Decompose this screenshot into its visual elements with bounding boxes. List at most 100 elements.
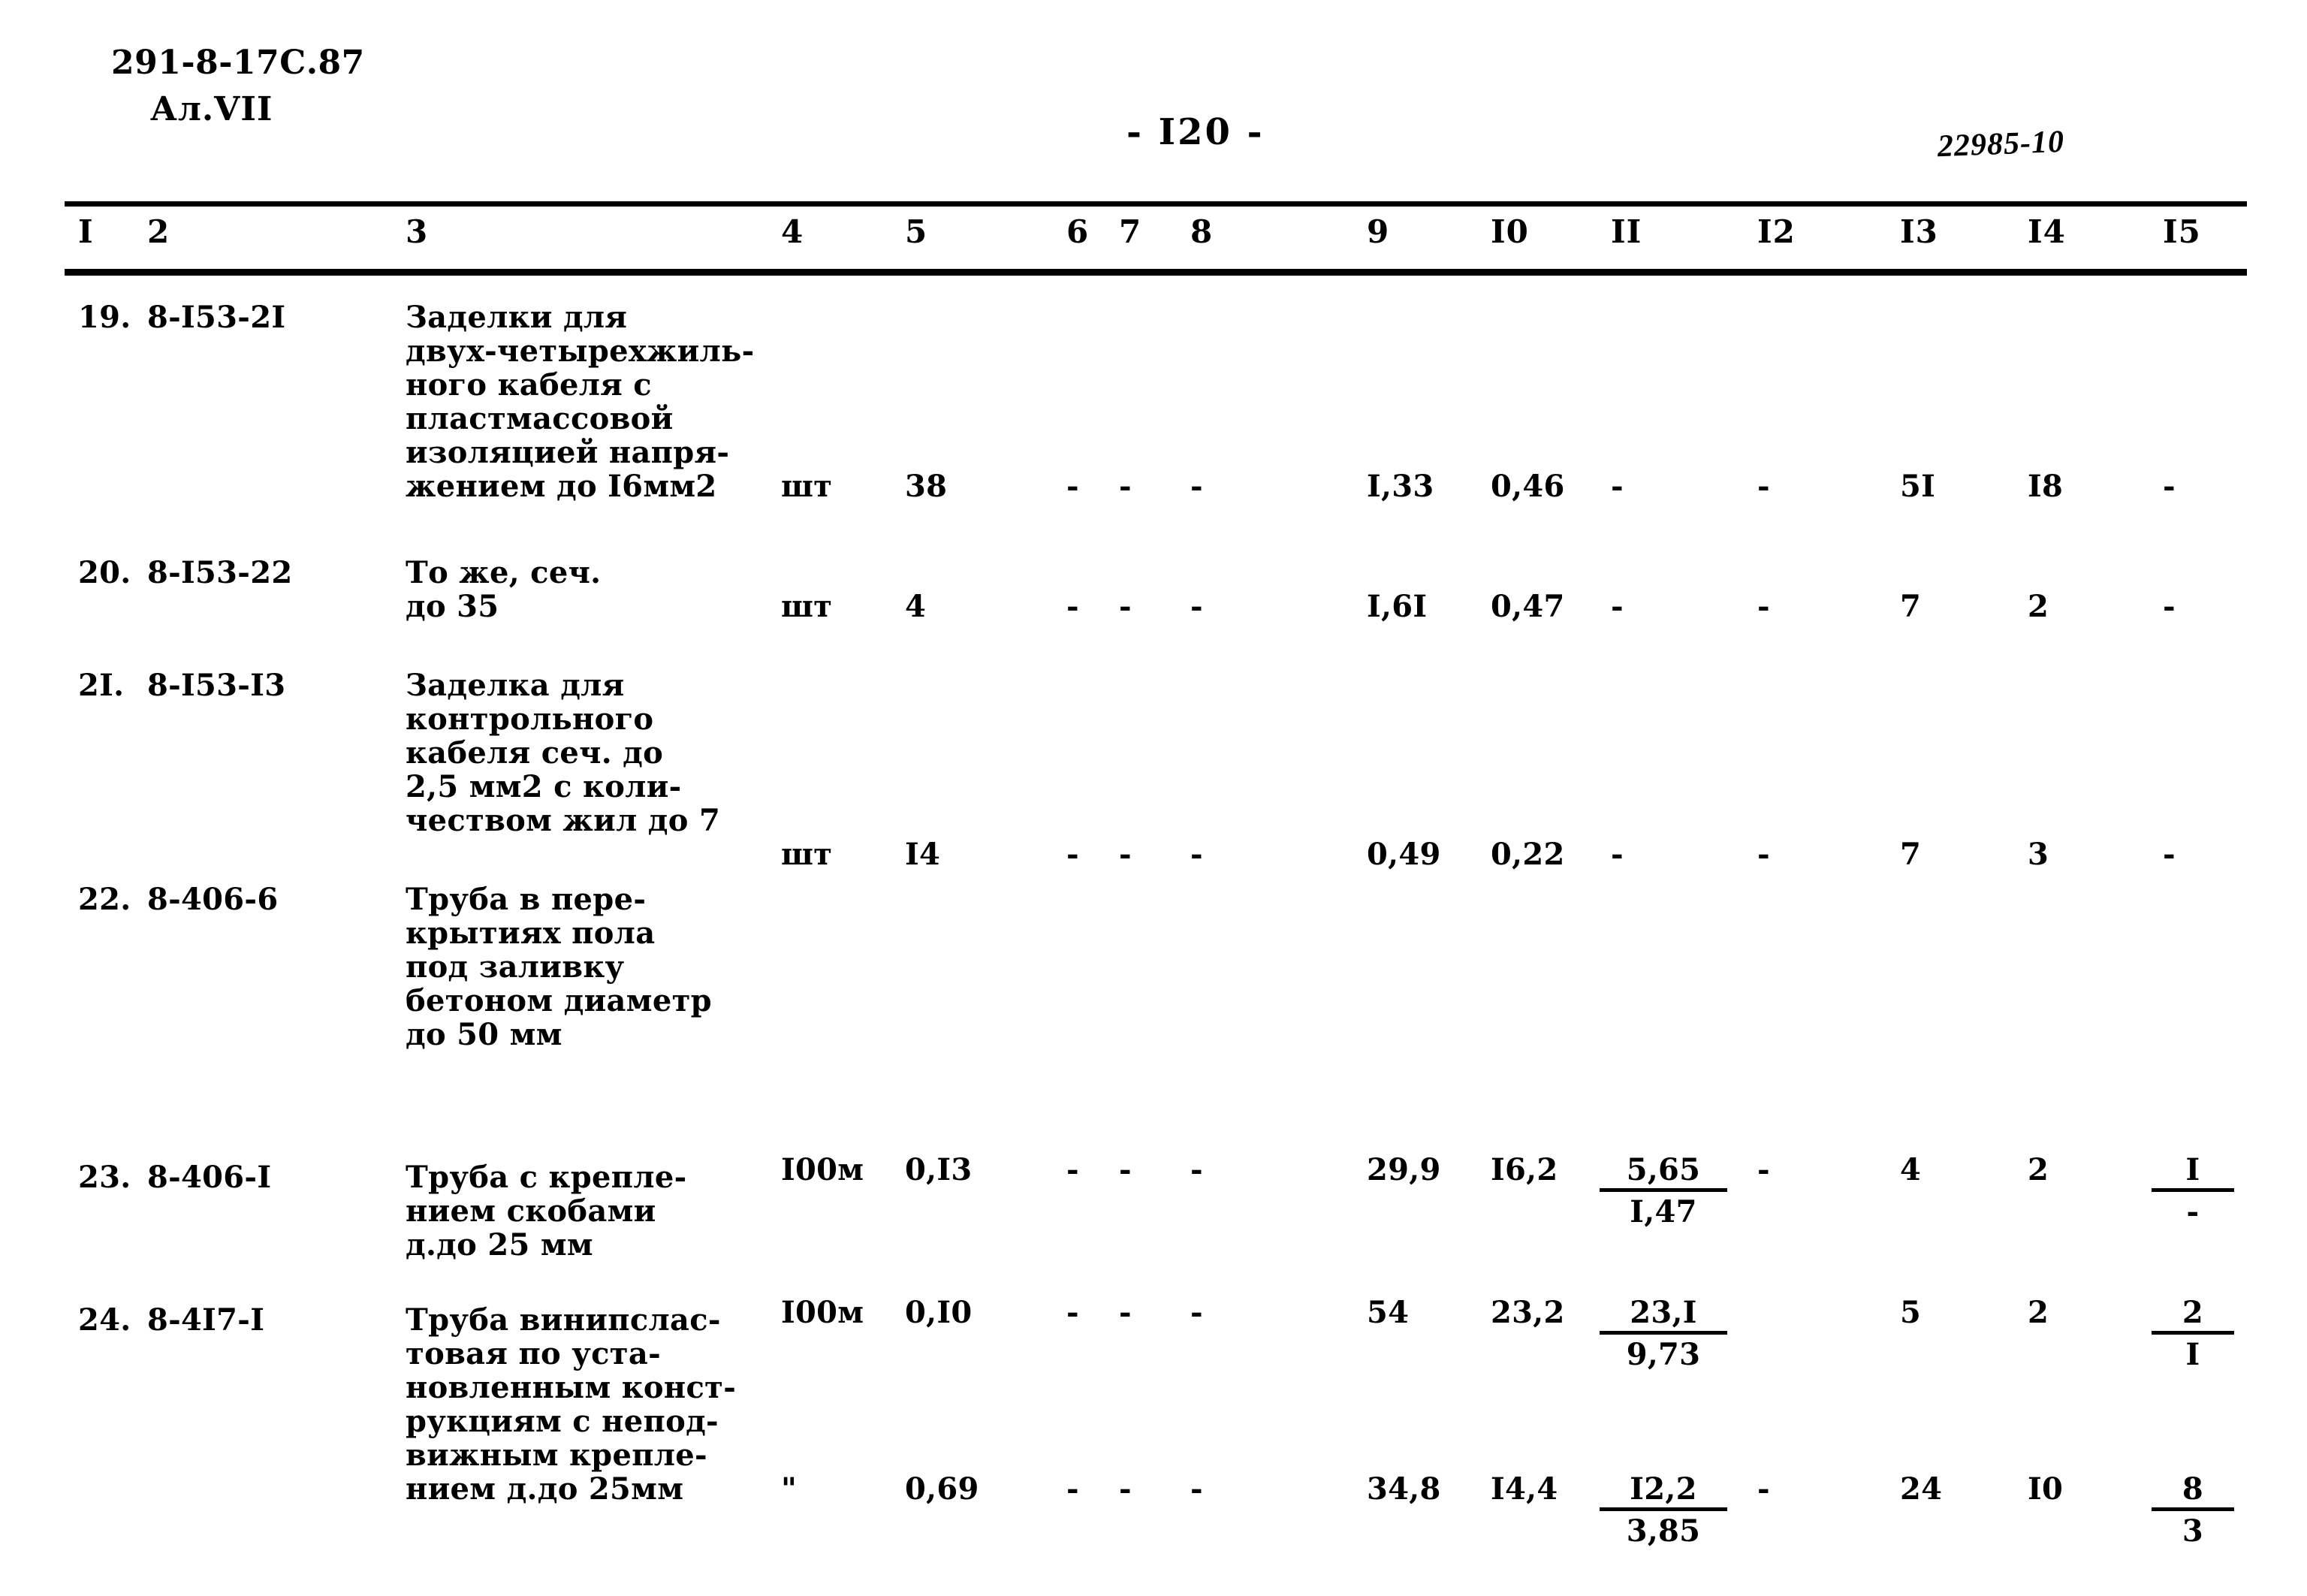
cell-col11: -	[1611, 589, 1624, 624]
cell-col8: -	[1190, 1295, 1203, 1330]
cell-col12: -	[1757, 1152, 1770, 1187]
cell-col12: -	[1757, 837, 1770, 872]
cell-col15: -	[2163, 589, 2176, 624]
cell-col7: -	[1119, 469, 1132, 504]
cell-col10: I4,4	[1491, 1471, 1558, 1507]
cell-col9: I,33	[1367, 469, 1434, 504]
cell-col10: I6,2	[1491, 1152, 1558, 1187]
column-header-I4: I4	[2028, 213, 2066, 250]
cell-quantity: 4	[905, 589, 927, 624]
row-number: 2I.	[78, 668, 125, 703]
row-code: 8-406-I	[147, 1160, 272, 1195]
cell-col12: -	[1757, 1471, 1770, 1507]
cell-col7: -	[1119, 1295, 1132, 1330]
cell-col13: 7	[1900, 589, 1922, 624]
column-header-I2: I2	[1757, 213, 1796, 250]
row-code: 8-406-6	[147, 882, 279, 917]
column-header-6: 6	[1066, 213, 1090, 250]
cell-col11-fraction: 5,65 I,47	[1600, 1153, 1727, 1229]
row-code: 8-4I7-I	[147, 1302, 265, 1338]
cell-col15-fraction: 2I	[2152, 1296, 2234, 1371]
cell-col8: -	[1190, 1152, 1203, 1187]
column-header-7: 7	[1119, 213, 1142, 250]
cell-col11-fraction-numerator: I2,2	[1600, 1472, 1727, 1511]
row-description: Труба в пере- крытиях пола под заливку б…	[406, 882, 712, 1052]
cell-quantity: 0,I3	[905, 1152, 973, 1187]
column-header-5: 5	[905, 213, 928, 250]
cell-quantity: 0,I0	[905, 1295, 973, 1330]
cell-col8: -	[1190, 1471, 1203, 1507]
cell-col15-fraction-numerator: I	[2152, 1153, 2234, 1192]
cell-quantity: I4	[905, 837, 941, 872]
cell-col11-fraction-numerator: 23,I	[1600, 1296, 1727, 1335]
cell-col8: -	[1190, 589, 1203, 624]
column-header-2: 2	[147, 213, 170, 250]
column-header-4: 4	[781, 213, 804, 250]
cell-col7: -	[1119, 1152, 1132, 1187]
cell-col12: -	[1757, 469, 1770, 504]
cell-col11: -	[1611, 469, 1624, 504]
cell-col10: 0,22	[1491, 837, 1565, 872]
cell-col14: 2	[2028, 589, 2049, 624]
cell-col11-fraction: I2,2 3,85	[1600, 1472, 1727, 1548]
cell-quantity: 38	[905, 469, 948, 504]
column-header-I5: I5	[2163, 213, 2201, 250]
row-number: 19.	[78, 300, 131, 335]
cell-col10: 0,46	[1491, 469, 1565, 504]
cell-col8: -	[1190, 837, 1203, 872]
cell-col11-fraction-denominator: 9,73	[1626, 1337, 1701, 1372]
cell-col11: -	[1611, 837, 1624, 872]
cell-col13: 7	[1900, 837, 1922, 872]
cell-col15-fraction: 83	[2152, 1472, 2234, 1548]
column-header-I: I	[78, 213, 94, 250]
cell-col10: 0,47	[1491, 589, 1565, 624]
row-description: Труба винипслас- товая по уста- новленны…	[406, 1302, 737, 1507]
cell-col11-fraction-numerator: 5,65	[1600, 1153, 1727, 1192]
cell-col14: 3	[2028, 837, 2049, 872]
cell-col15-fraction-numerator: 8	[2152, 1472, 2234, 1511]
cell-col13: 24	[1900, 1471, 1943, 1507]
cell-col14: 2	[2028, 1295, 2049, 1330]
cell-col15-fraction: I-	[2152, 1153, 2234, 1229]
cell-col6: -	[1066, 1152, 1079, 1187]
cell-col9: 34,8	[1367, 1471, 1441, 1507]
cell-unit: "	[781, 1471, 798, 1507]
cell-col15-fraction-denominator: 3	[2182, 1513, 2204, 1549]
cell-col13: 4	[1900, 1152, 1922, 1187]
cell-col14: 2	[2028, 1152, 2049, 1187]
cell-col13: 5I	[1900, 469, 1936, 504]
row-description: Труба с крепле- нием скобами д.до 25 мм	[406, 1160, 687, 1263]
cell-col14: I0	[2028, 1471, 2064, 1507]
cell-col11-fraction-denominator: 3,85	[1626, 1513, 1701, 1549]
cell-unit: шт	[781, 837, 833, 872]
cell-col15-fraction-denominator: I	[2185, 1337, 2200, 1372]
document-code: 291-8-17С.87	[111, 44, 365, 82]
row-code: 8-I53-2I	[147, 300, 286, 335]
page-number: - I20 -	[1126, 111, 1265, 153]
cell-col7: -	[1119, 837, 1132, 872]
column-header-3: 3	[406, 213, 429, 250]
cell-col9: 29,9	[1367, 1152, 1441, 1187]
column-header-II: II	[1611, 213, 1642, 250]
album-label: Ал.VII	[150, 90, 273, 128]
cell-col7: -	[1119, 589, 1132, 624]
cell-col6: -	[1066, 469, 1079, 504]
cell-col9: 0,49	[1367, 837, 1441, 872]
cell-quantity: 0,69	[905, 1471, 979, 1507]
cell-col14: I8	[2028, 469, 2064, 504]
cell-col6: -	[1066, 837, 1079, 872]
column-header-9: 9	[1367, 213, 1390, 250]
row-number: 22.	[78, 882, 131, 917]
cell-col8: -	[1190, 469, 1203, 504]
cell-col9: 54	[1367, 1295, 1410, 1330]
row-description: То же, сеч. до 35	[406, 555, 602, 624]
cell-col11-fraction-denominator: I,47	[1630, 1194, 1697, 1229]
document-page: 291-8-17С.87 Ал.VII - I20 - 22985-10 I23…	[0, 0, 2307, 1596]
cell-col15-fraction-numerator: 2	[2152, 1296, 2234, 1335]
cell-col6: -	[1066, 589, 1079, 624]
cell-col6: -	[1066, 1471, 1079, 1507]
cell-col10: 23,2	[1491, 1295, 1565, 1330]
cell-unit: I00м	[781, 1152, 864, 1187]
cell-col15: -	[2163, 837, 2176, 872]
cell-col15: -	[2163, 469, 2176, 504]
